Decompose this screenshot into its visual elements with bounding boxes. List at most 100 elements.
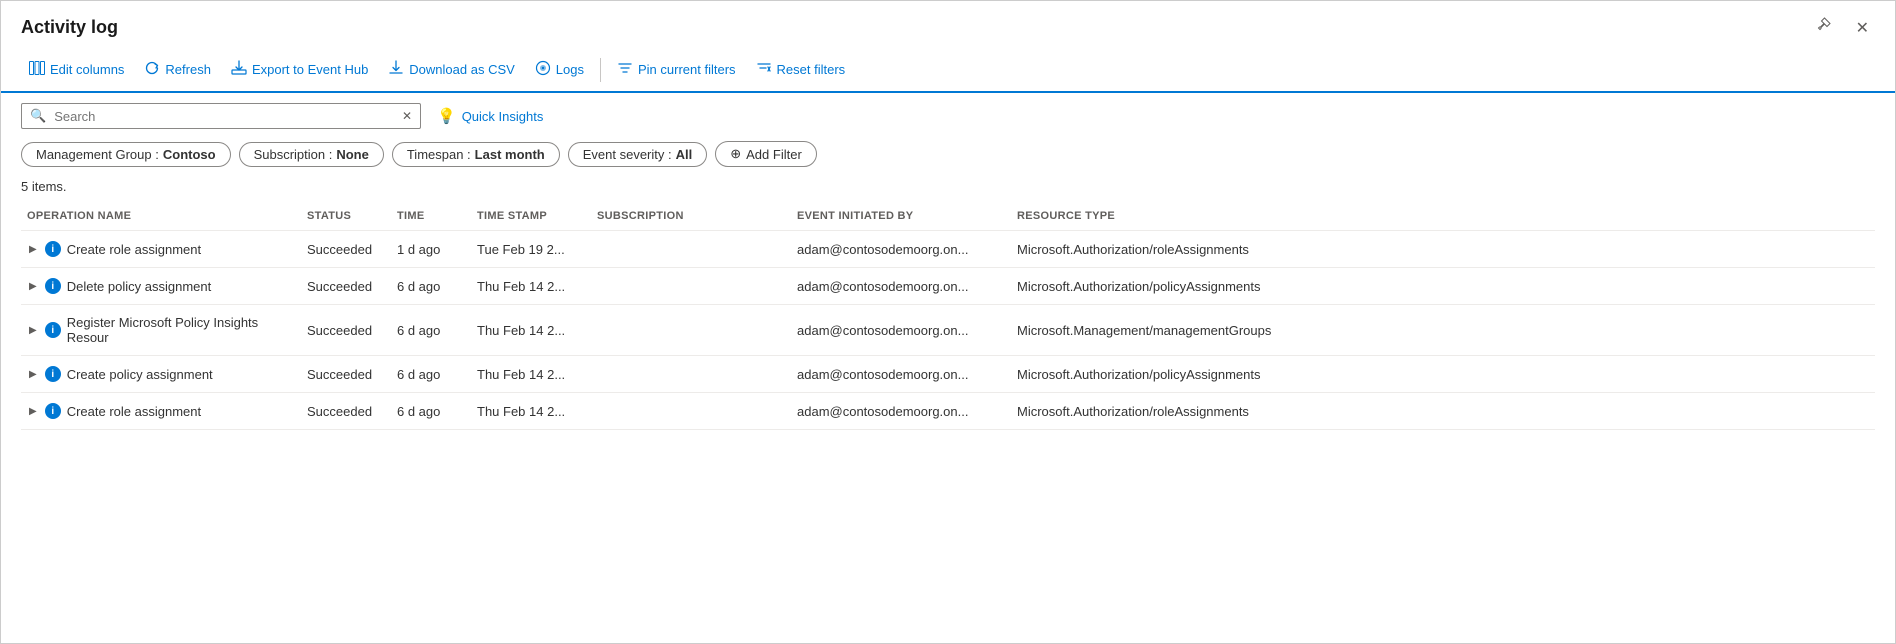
filter-timespan[interactable]: Timespan : Last month xyxy=(392,142,560,167)
row-expand-button[interactable]: ▶ xyxy=(27,242,39,257)
filter-timespan-key: Timespan : xyxy=(407,147,471,162)
col-header-operation: OPERATION NAME xyxy=(21,202,301,231)
table-container: OPERATION NAME STATUS TIME TIME STAMP SU… xyxy=(1,202,1895,430)
table-row[interactable]: ▶ i Create role assignment Succeeded 6 d… xyxy=(21,393,1875,430)
export-icon xyxy=(231,60,247,79)
filter-event-severity[interactable]: Event severity : All xyxy=(568,142,708,167)
col-header-resource-type: RESOURCE TYPE xyxy=(1011,202,1875,231)
cell-status: Succeeded xyxy=(301,356,391,393)
logs-label: Logs xyxy=(556,62,584,77)
search-icon: 🔍 xyxy=(30,108,46,124)
filter-event-severity-key: Event severity : xyxy=(583,147,672,162)
table-row[interactable]: ▶ i Create policy assignment Succeeded 6… xyxy=(21,356,1875,393)
cell-time: 6 d ago xyxy=(391,305,471,356)
table-row[interactable]: ▶ i Delete policy assignment Succeeded 6… xyxy=(21,268,1875,305)
cell-timestamp: Thu Feb 14 2... xyxy=(471,305,591,356)
cell-operation: ▶ i Delete policy assignment xyxy=(21,268,301,305)
close-window-button[interactable]: ✕ xyxy=(1850,15,1875,40)
cell-initiated-by: adam@contosodemoorg.on... xyxy=(791,305,1011,356)
cell-initiated-by: adam@contosodemoorg.on... xyxy=(791,268,1011,305)
operation-name: Create role assignment xyxy=(67,242,201,257)
operation-name: Create role assignment xyxy=(67,404,201,419)
reset-filters-label: Reset filters xyxy=(777,62,846,77)
cell-operation: ▶ i Create role assignment xyxy=(21,231,301,268)
pin-filters-icon xyxy=(617,60,633,79)
cell-time: 6 d ago xyxy=(391,356,471,393)
row-expand-button[interactable]: ▶ xyxy=(27,323,39,338)
table-body: ▶ i Create role assignment Succeeded 1 d… xyxy=(21,231,1875,430)
cell-status: Succeeded xyxy=(301,305,391,356)
edit-columns-label: Edit columns xyxy=(50,62,124,77)
operation-name: Delete policy assignment xyxy=(67,279,212,294)
cell-time: 6 d ago xyxy=(391,268,471,305)
table-row[interactable]: ▶ i Create role assignment Succeeded 1 d… xyxy=(21,231,1875,268)
cell-resource-type: Microsoft.Management/managementGroups xyxy=(1011,305,1875,356)
filter-timespan-value: Last month xyxy=(475,147,545,162)
filter-subscription[interactable]: Subscription : None xyxy=(239,142,384,167)
clear-search-button[interactable]: ✕ xyxy=(402,109,412,123)
download-csv-label: Download as CSV xyxy=(409,62,515,77)
operation-name: Register Microsoft Policy Insights Resou… xyxy=(67,315,295,345)
filter-subscription-key: Subscription : xyxy=(254,147,333,162)
cell-operation: ▶ i Create policy assignment xyxy=(21,356,301,393)
activity-log-window: Activity log ✕ Edit columns xyxy=(0,0,1896,644)
info-icon: i xyxy=(45,403,61,419)
cell-resource-type: Microsoft.Authorization/policyAssignment… xyxy=(1011,268,1875,305)
cell-resource-type: Microsoft.Authorization/policyAssignment… xyxy=(1011,356,1875,393)
cell-timestamp: Thu Feb 14 2... xyxy=(471,393,591,430)
filters-bar: Management Group : Contoso Subscription … xyxy=(1,137,1895,175)
export-event-hub-label: Export to Event Hub xyxy=(252,62,368,77)
refresh-label: Refresh xyxy=(165,62,211,77)
refresh-button[interactable]: Refresh xyxy=(136,56,219,83)
items-count: 5 items. xyxy=(1,175,1895,202)
filter-management-group[interactable]: Management Group : Contoso xyxy=(21,142,231,167)
cell-operation: ▶ i Register Microsoft Policy Insights R… xyxy=(21,305,301,356)
row-expand-button[interactable]: ▶ xyxy=(27,404,39,419)
row-expand-button[interactable]: ▶ xyxy=(27,367,39,382)
add-filter-label: Add Filter xyxy=(746,147,802,162)
pin-filters-button[interactable]: Pin current filters xyxy=(609,56,744,83)
add-filter-icon: ⊕ xyxy=(730,146,741,162)
edit-columns-button[interactable]: Edit columns xyxy=(21,57,132,82)
cell-subscription xyxy=(591,356,791,393)
cell-resource-type: Microsoft.Authorization/roleAssignments xyxy=(1011,393,1875,430)
cell-initiated-by: adam@contosodemoorg.on... xyxy=(791,356,1011,393)
logs-icon xyxy=(535,60,551,79)
col-header-time: TIME xyxy=(391,202,471,231)
export-event-hub-button[interactable]: Export to Event Hub xyxy=(223,56,376,83)
info-icon: i xyxy=(45,322,61,338)
cell-resource-type: Microsoft.Authorization/roleAssignments xyxy=(1011,231,1875,268)
refresh-icon xyxy=(144,60,160,79)
add-filter-button[interactable]: ⊕ Add Filter xyxy=(715,141,817,167)
info-icon: i xyxy=(45,241,61,257)
cell-time: 1 d ago xyxy=(391,231,471,268)
cell-subscription xyxy=(591,231,791,268)
filter-management-group-value: Contoso xyxy=(163,147,216,162)
cell-subscription xyxy=(591,393,791,430)
download-csv-button[interactable]: Download as CSV xyxy=(380,56,523,83)
search-box-container: 🔍 ✕ xyxy=(21,103,421,129)
filter-event-severity-value: All xyxy=(676,147,693,162)
cell-timestamp: Thu Feb 14 2... xyxy=(471,268,591,305)
row-expand-button[interactable]: ▶ xyxy=(27,279,39,294)
activity-table: OPERATION NAME STATUS TIME TIME STAMP SU… xyxy=(21,202,1875,430)
col-header-initiated-by: EVENT INITIATED BY xyxy=(791,202,1011,231)
pin-window-button[interactable] xyxy=(1810,15,1838,40)
pin-filters-label: Pin current filters xyxy=(638,62,736,77)
cell-status: Succeeded xyxy=(301,231,391,268)
cell-status: Succeeded xyxy=(301,393,391,430)
operation-name: Create policy assignment xyxy=(67,367,213,382)
edit-columns-icon xyxy=(29,61,45,78)
table-row[interactable]: ▶ i Register Microsoft Policy Insights R… xyxy=(21,305,1875,356)
reset-filters-button[interactable]: Reset filters xyxy=(748,56,854,83)
title-actions: ✕ xyxy=(1810,15,1875,40)
cell-time: 6 d ago xyxy=(391,393,471,430)
quick-insights-label: Quick Insights xyxy=(462,109,544,124)
info-icon: i xyxy=(45,366,61,382)
quick-insights-icon: 💡 xyxy=(437,107,456,125)
search-input[interactable] xyxy=(54,109,394,124)
cell-timestamp: Thu Feb 14 2... xyxy=(471,356,591,393)
logs-button[interactable]: Logs xyxy=(527,56,592,83)
info-icon: i xyxy=(45,278,61,294)
quick-insights-button[interactable]: 💡 Quick Insights xyxy=(437,107,543,125)
